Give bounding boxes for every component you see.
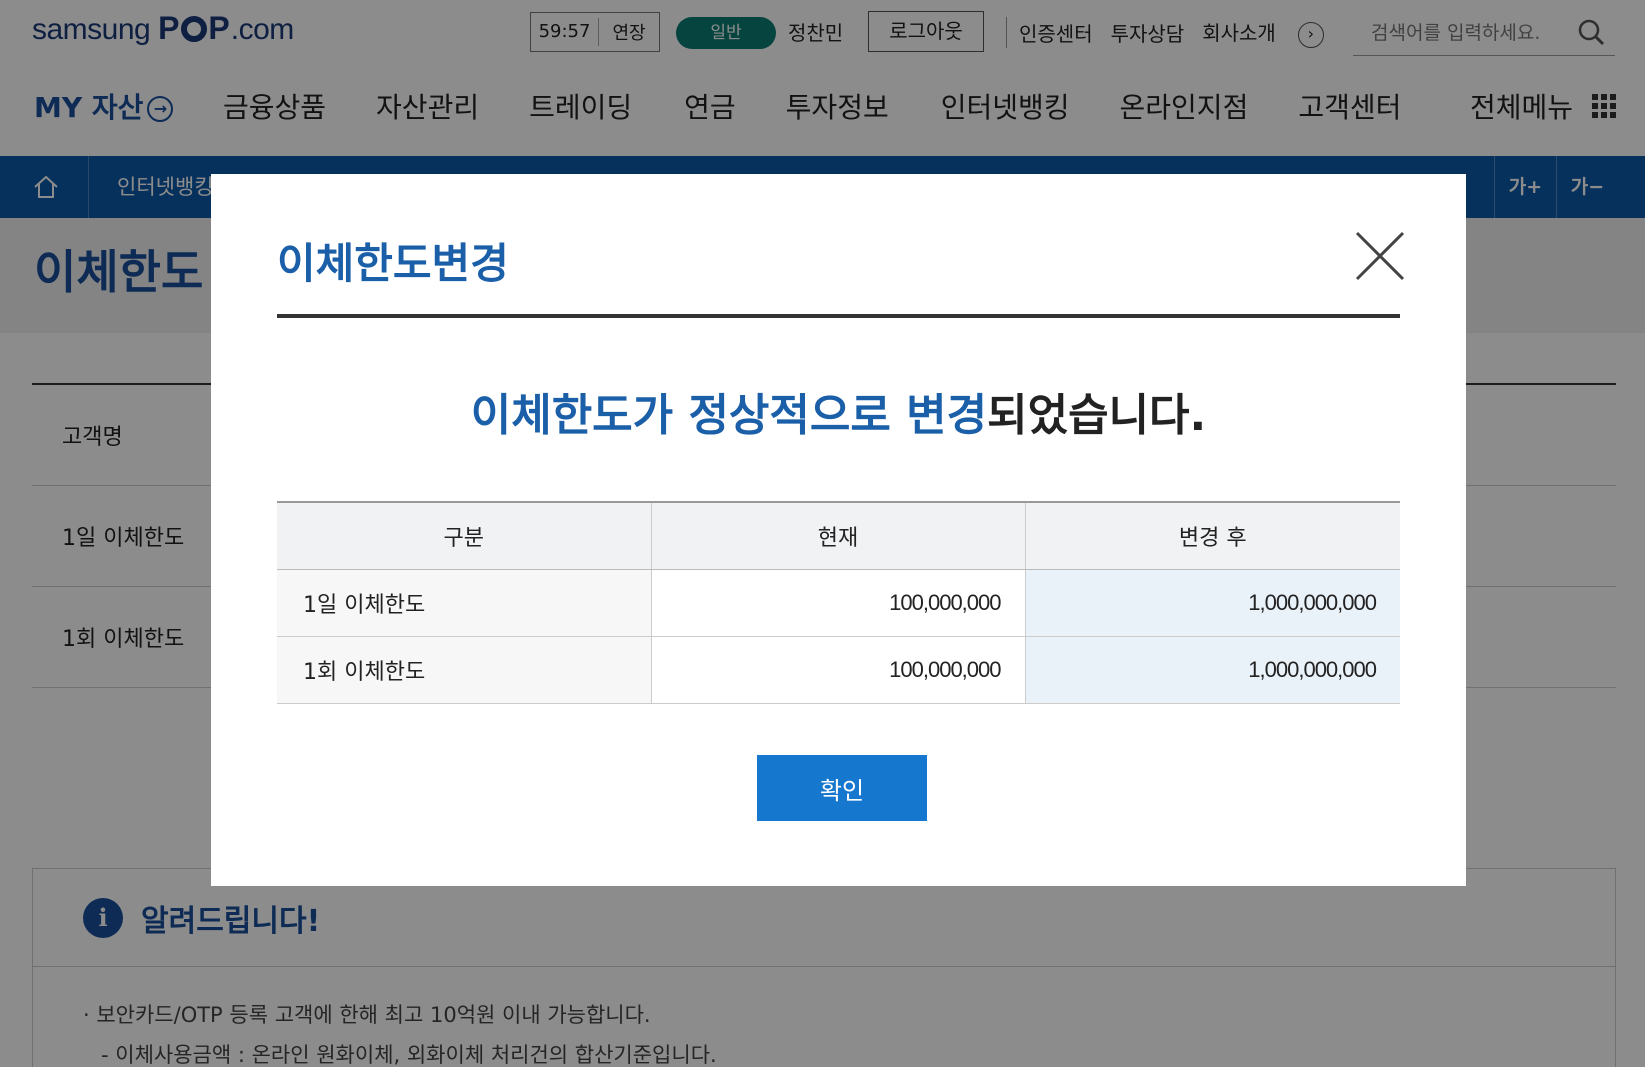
limit-change-table: 구분 현재 변경 후 1일 이체한도 100,000,000 1,000,000… [277, 501, 1400, 704]
table-row: 1일 이체한도 100,000,000 1,000,000,000 [277, 569, 1400, 637]
row-label: 1회 이체한도 [277, 636, 651, 704]
modal-title: 이체한도변경 [277, 239, 509, 288]
table-row: 1회 이체한도 100,000,000 1,000,000,000 [277, 636, 1400, 704]
new-limit-value: 1,000,000,000 [1024, 636, 1400, 704]
current-limit-value: 100,000,000 [650, 636, 1025, 704]
column-header-after: 변경 후 [1024, 501, 1400, 570]
new-limit-value: 1,000,000,000 [1024, 569, 1400, 637]
transfer-limit-change-modal: 이체한도변경 이체한도가 정상적으로 변경되었습니다. 구분 현재 변경 후 1… [211, 174, 1466, 886]
column-header-current: 현재 [650, 501, 1025, 570]
column-header-category: 구분 [277, 501, 651, 570]
current-limit-value: 100,000,000 [650, 569, 1025, 637]
row-label: 1일 이체한도 [277, 569, 651, 637]
title-divider [277, 314, 1400, 318]
success-message: 이체한도가 정상적으로 변경되었습니다. [470, 390, 1207, 441]
table-header-row: 구분 현재 변경 후 [277, 501, 1400, 570]
close-icon[interactable] [1354, 230, 1406, 282]
confirm-button[interactable]: 확인 [757, 755, 927, 821]
